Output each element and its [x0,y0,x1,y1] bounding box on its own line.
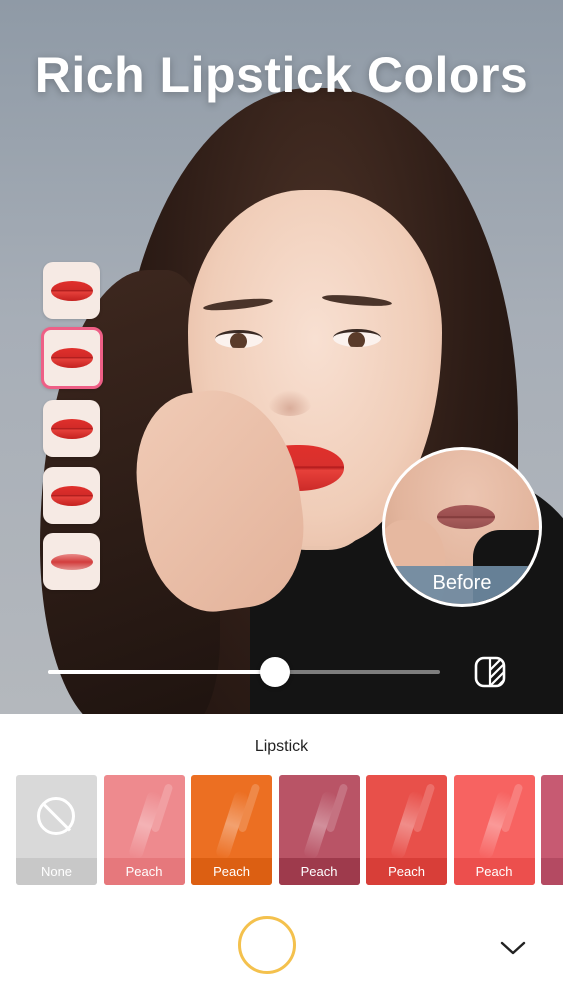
page-title: Rich Lipstick Colors [34,47,529,103]
swatch-label: None [16,858,97,885]
panel-title: Lipstick [254,738,309,755]
swatch-list[interactable]: NonePeachPeachPeachPeachPeachP [16,775,563,885]
swatch-none[interactable]: None [16,775,97,885]
swatch-label: Peach [191,858,272,885]
lip-style-2[interactable] [41,327,103,389]
lip-style-1[interactable] [43,262,100,319]
app-root: Rich Lipstick Colors Before Lipstick Non… [0,0,563,1000]
lip-style-5[interactable] [43,533,100,590]
slider-fill [48,670,276,674]
swatch-5[interactable]: Peach [453,775,535,885]
lip-style-4[interactable] [43,467,100,524]
lip-thumb-icon [50,485,93,506]
swatch-label: Peach [103,858,185,885]
swatch-label: P [541,858,563,885]
before-label: Before [385,566,539,604]
lip-thumb-icon [50,280,93,301]
lip-thumb-icon [51,348,93,368]
shutter-button[interactable] [238,916,296,974]
photo-preview[interactable]: Rich Lipstick Colors Before [0,0,563,714]
intensity-slider[interactable] [48,657,440,687]
no-color-icon [37,797,75,835]
swatch-label: Peach [366,858,447,885]
swatch-4[interactable]: Peach [366,775,447,885]
portrait-left-eye [215,330,263,348]
compare-split-icon[interactable] [472,655,508,689]
swatch-3[interactable]: Peach [278,775,360,885]
swatch-6[interactable]: P [541,775,563,885]
chevron-down-icon[interactable] [498,936,528,960]
swatch-label: Peach [278,858,360,885]
swatch-label: Peach [453,858,535,885]
slider-knob[interactable] [260,657,291,687]
before-lips [437,505,495,529]
before-preview[interactable]: Before [382,447,542,607]
portrait-right-eye [333,329,381,347]
lip-thumb-icon [50,553,93,570]
swatch-2[interactable]: Peach [191,775,272,885]
lip-thumb-icon [50,418,93,439]
lip-style-3[interactable] [43,400,100,457]
portrait-nose [268,390,312,416]
swatch-1[interactable]: Peach [103,775,185,885]
